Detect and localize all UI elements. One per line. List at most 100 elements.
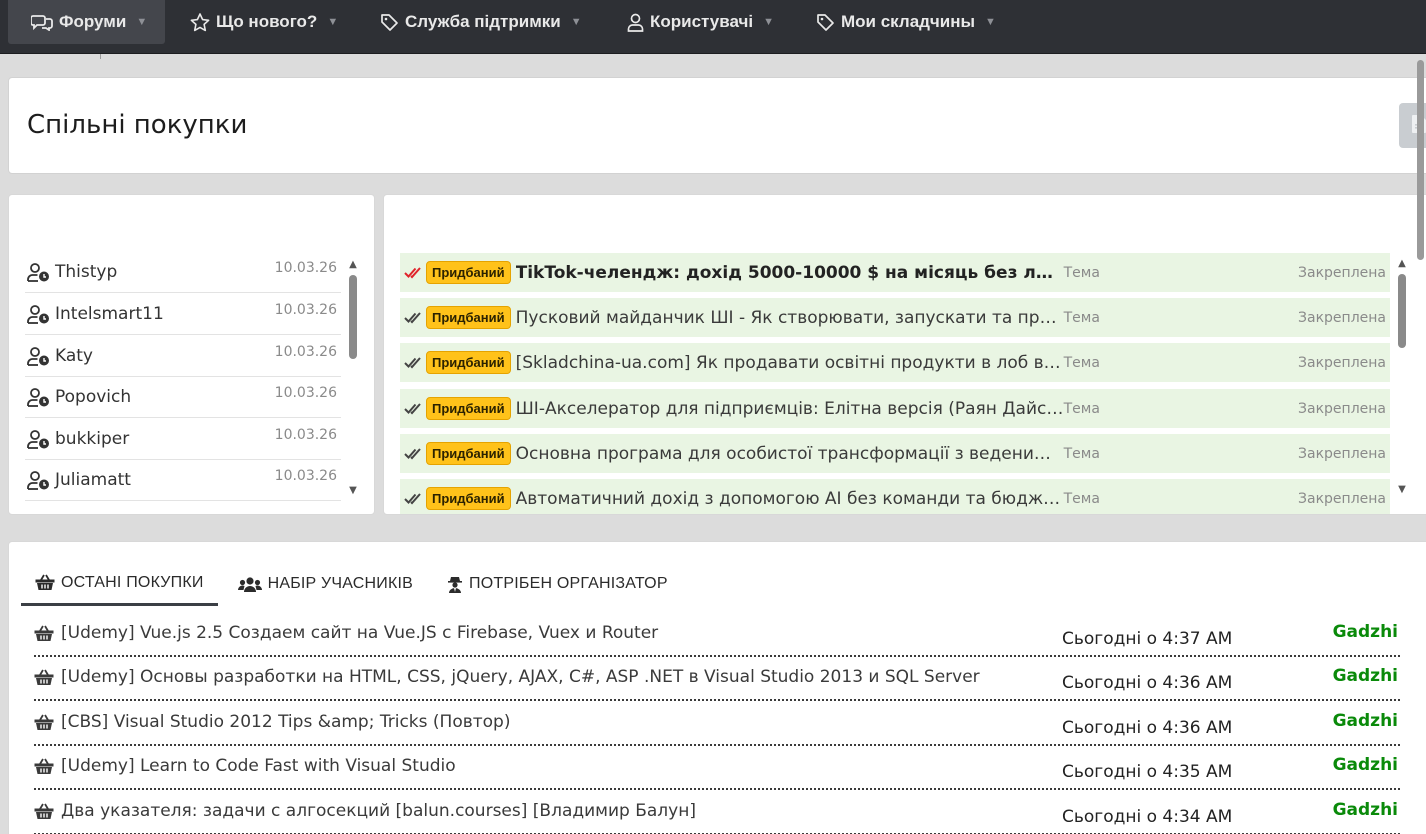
thread-row[interactable]: Придбаний Пусковий майданчик ШІ - Як ств… [400,298,1390,338]
chevron-down-icon[interactable]: ▼ [136,16,147,28]
chevron-down-icon[interactable]: ▼ [985,16,996,28]
tab-recent-purchases[interactable]: ОСТАНІ ПОКУПКИ [21,562,218,606]
thread-row[interactable]: Придбаний TikTok-челендж: дохід 5000-100… [400,253,1390,293]
user-name[interactable]: bukkiper [55,429,129,449]
nav-label: Користувачі [650,12,754,31]
pinned-threads-panel: Придбаний TikTok-челендж: дохід 5000-100… [383,194,1426,515]
user-name[interactable]: Katy [55,346,93,366]
scrollbar-thumb[interactable] [349,275,357,359]
basket-icon [34,714,54,731]
list-item[interactable]: bukkiper 10.03.26 [25,418,341,460]
chevron-down-icon[interactable]: ▼ [571,16,582,28]
thread-type: Тема [1063,354,1100,371]
thread-type: Тема [1063,264,1100,281]
basket-icon [34,625,54,642]
tab-organizer-needed[interactable]: ПОТРІБЕН ОРГАНІЗАТОР [427,562,682,606]
purchased-badge: Придбаний [426,397,511,420]
page-title: Спільні покупки [27,110,248,140]
thread-title[interactable]: Пусковий майданчик ШІ - Як створювати, з… [516,308,1064,328]
purchase-user[interactable]: Gadzhi [1333,711,1398,731]
list-item[interactable]: Intelsmart11 10.03.26 [25,293,341,335]
scroll-up-icon[interactable]: ▲ [347,259,359,270]
table-row[interactable]: [Udemy] Learn to Code Fast with Visual S… [34,746,1400,790]
list-item[interactable]: Thistyp 10.03.26 [25,251,341,293]
double-check-icon [400,356,426,370]
purchase-title[interactable]: [Udemy] Learn to Code Fast with Visual S… [61,756,456,776]
thread-status: Закреплена [1298,400,1386,417]
thread-title[interactable]: TikTok-челендж: дохід 5000-10000 $ на мі… [516,263,1064,283]
breadcrumb-divider [100,54,101,59]
purchase-user[interactable]: Gadzhi [1333,666,1398,686]
chevron-down-icon[interactable]: ▼ [763,16,774,28]
nav-my-skladchiny[interactable]: Мои складчины ▼ [816,0,996,44]
table-row[interactable]: Два указателя: задачи с алгосекций [balu… [34,791,1400,834]
user-clock-icon [27,387,51,407]
thread-row[interactable]: Придбаний ШІ-Акселератор для підприємців… [400,389,1390,429]
page-scrollbar[interactable] [1415,60,1426,834]
purchase-user[interactable]: Gadzhi [1333,622,1398,642]
purchased-badge: Придбаний [426,487,511,510]
nav-users[interactable]: Користувачі ▼ [627,0,774,44]
purchase-user[interactable]: Gadzhi [1333,755,1398,775]
purchase-title[interactable]: [CBS] Visual Studio 2012 Tips &amp; Tric… [61,712,510,732]
thread-title[interactable]: Основна програма для особистої трансформ… [516,444,1064,464]
tab-label: ОСТАНІ ПОКУПКИ [61,573,204,591]
scroll-up-icon[interactable]: ▲ [1396,258,1408,269]
user-date: 10.03.26 [274,344,337,360]
table-row[interactable]: [CBS] Visual Studio 2012 Tips &amp; Tric… [34,702,1400,746]
list-item[interactable]: Popovich 10.03.26 [25,376,341,418]
page-scrollbar-thumb[interactable] [1417,60,1424,260]
purchase-title[interactable]: [Udemy] Vue.js 2.5 Создаем сайт на Vue.J… [61,623,658,643]
thread-row[interactable]: Придбаний Автоматичний дохід з допомогою… [400,479,1390,514]
purchased-badge: Придбаний [426,261,511,284]
purchase-title[interactable]: Два указателя: задачи с алгосекций [balu… [61,801,696,821]
thread-title[interactable]: Автоматичний дохід з допомогою AI без ко… [516,489,1064,509]
thread-status: Закреплена [1298,309,1386,326]
nav-whats-new[interactable]: Що нового? ▼ [190,0,338,44]
purchase-title[interactable]: [Udemy] Основы разработки на HTML, CSS, … [61,667,980,687]
thread-row[interactable]: Придбаний [Skladchina-ua.com] Як продава… [400,343,1390,383]
thread-title[interactable]: ШІ-Акселератор для підприємців: Елітна в… [516,399,1064,419]
purchase-time: Сьогодні о 4:35 AM [1062,762,1233,782]
user-clock-icon [27,429,51,449]
double-check-icon [400,266,426,280]
users-scrollbar[interactable]: ▲ ▼ [347,259,359,499]
table-row[interactable]: [Udemy] Vue.js 2.5 Создаем сайт на Vue.J… [34,613,1400,657]
thread-row[interactable]: Придбаний Основна програма для особистої… [400,434,1390,474]
threads-scrollbar[interactable]: ▲ ▼ [1396,258,1408,498]
scrollbar-thumb[interactable] [1398,274,1406,348]
thread-status: Закреплена [1298,445,1386,462]
list-item[interactable]: Juliamatt 10.03.26 [25,459,341,501]
user-date: 10.03.26 [274,302,337,318]
user-clock-icon [27,262,51,282]
nav-forums[interactable]: Форуми ▼ [8,0,165,44]
tab-members-recruiting[interactable]: НАБІР УЧАСНИКІВ [218,562,427,606]
thread-type: Тема [1063,400,1100,417]
tag-icon [816,13,835,32]
thread-type: Тема [1063,309,1100,326]
table-row[interactable]: [Udemy] Основы разработки на HTML, CSS, … [34,657,1400,701]
chevron-down-icon[interactable]: ▼ [327,16,338,28]
user-name[interactable]: Thistyp [55,262,117,282]
user-name[interactable]: Juliamatt [55,470,131,490]
nav-support[interactable]: Служба підтримки ▼ [380,0,582,44]
list-item[interactable]: Katy 10.03.26 [25,335,341,377]
thread-title[interactable]: [Skladchina-ua.com] Як продавати освітні… [516,353,1064,373]
basket-icon [34,803,54,820]
thread-status: Закреплена [1298,354,1386,371]
user-name[interactable]: Popovich [55,387,131,407]
thread-type: Тема [1063,490,1100,507]
tab-label: ПОТРІБЕН ОРГАНІЗАТОР [469,575,668,592]
thread-status: Закреплена [1298,490,1386,507]
user-name[interactable]: Intelsmart11 [55,304,164,324]
page-header: Спільні покупки [8,77,1426,174]
nav-label: Що нового? [216,12,318,31]
scroll-down-icon[interactable]: ▼ [1396,484,1408,495]
nav-label: Служба підтримки [405,12,561,31]
purchase-time: Сьогодні о 4:37 AM [1062,629,1233,649]
thread-type: Тема [1063,445,1100,462]
top-nav: Форуми ▼ Що нового? ▼ Служба підтримки ▼… [0,0,1426,54]
scroll-down-icon[interactable]: ▼ [347,485,359,496]
purchase-user[interactable]: Gadzhi [1333,800,1398,820]
basket-icon [34,669,54,686]
